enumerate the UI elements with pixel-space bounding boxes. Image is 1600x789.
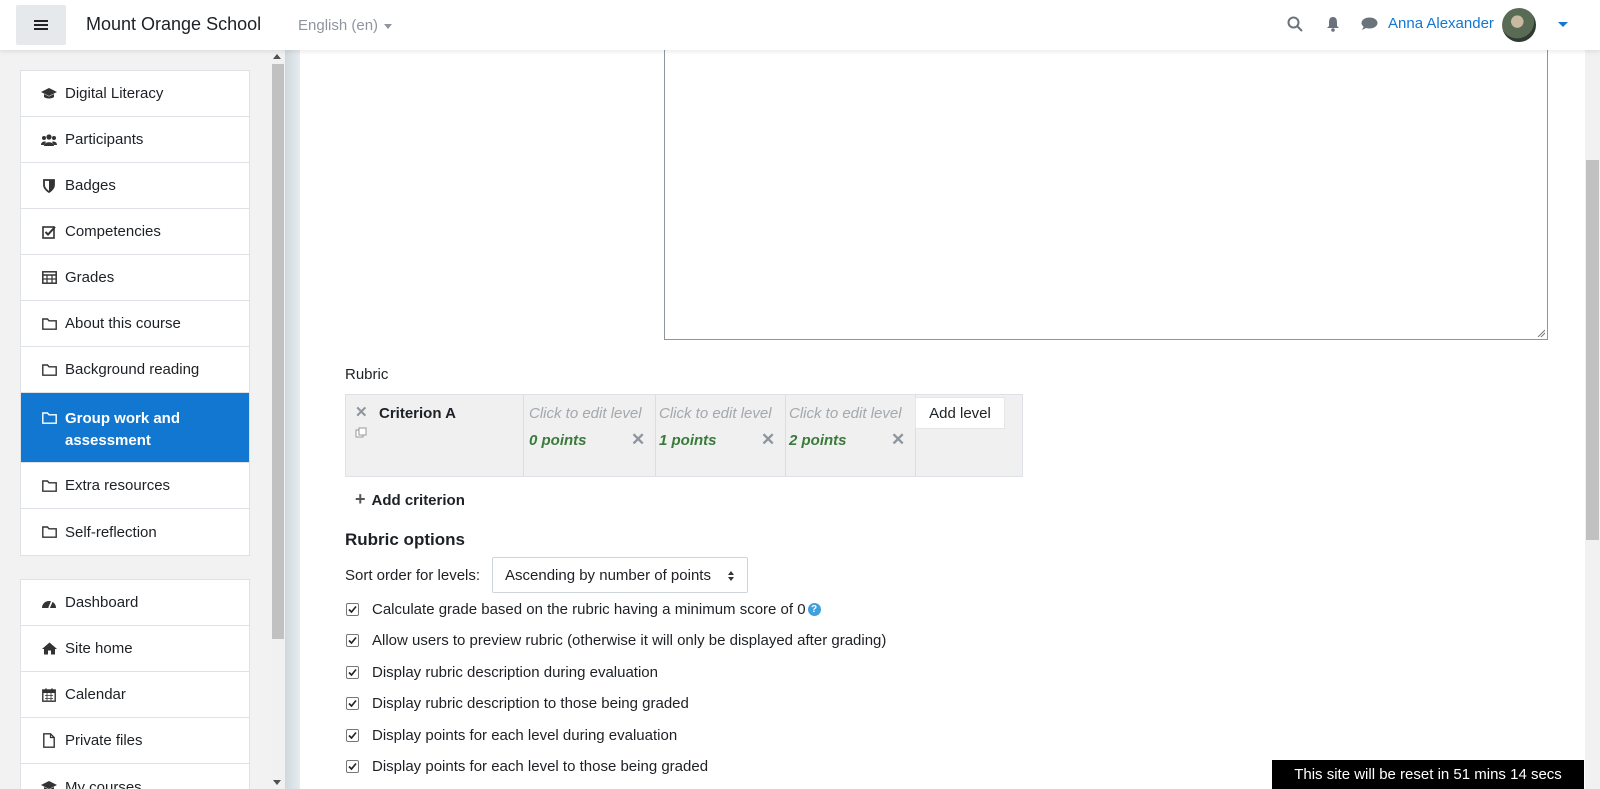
avatar[interactable] — [1502, 8, 1536, 42]
folder-icon — [41, 525, 57, 539]
drawer-scrollbar-thumb[interactable] — [272, 64, 284, 639]
checkbox-checked[interactable] — [346, 666, 359, 679]
file-icon — [41, 733, 57, 748]
checkbox-checked[interactable] — [346, 603, 359, 616]
folder-icon — [41, 317, 57, 331]
delete-level-icon[interactable]: ✕ — [761, 430, 775, 450]
nav-item-extra-resources[interactable]: Extra resources — [21, 463, 249, 509]
checkbox-checked[interactable] — [346, 697, 359, 710]
delete-level-icon[interactable]: ✕ — [891, 430, 905, 450]
search-icon[interactable] — [1287, 16, 1303, 32]
level-cell[interactable]: Click to edit level 1 points ✕ — [653, 395, 786, 476]
description-textarea[interactable] — [664, 50, 1548, 340]
add-criterion-button[interactable]: + Add criterion — [355, 489, 465, 510]
language-menu[interactable]: English (en) — [298, 17, 393, 34]
calendar-icon — [41, 688, 57, 702]
graduation-cap-icon — [41, 87, 57, 101]
site-reset-banner: This site will be reset in 51 mins 14 se… — [1272, 760, 1584, 789]
scroll-up-arrow-icon[interactable] — [273, 54, 281, 59]
checkbox-checked[interactable] — [346, 729, 359, 742]
page-scrollbar-thumb[interactable] — [1586, 160, 1599, 540]
checkbox-checked[interactable] — [346, 634, 359, 647]
nav-item-calendar[interactable]: Calendar — [21, 672, 249, 718]
nav-item-participants[interactable]: Participants — [21, 117, 249, 163]
folder-icon — [41, 363, 57, 377]
option-description-evaluation[interactable]: Display rubric description during evalua… — [346, 664, 658, 681]
folder-icon — [41, 479, 57, 493]
nav-item-competencies[interactable]: Competencies — [21, 209, 249, 255]
nav-drawer: Digital Literacy Participants Badges Com… — [0, 50, 285, 789]
shield-icon — [41, 178, 57, 193]
main-content: Rubric ✕ Criterion A Click to edit level… — [300, 50, 1568, 789]
plus-icon: + — [355, 489, 366, 509]
nav-item-digital-literacy[interactable]: Digital Literacy — [21, 71, 249, 117]
help-icon[interactable]: ? — [807, 603, 821, 616]
home-icon — [41, 642, 57, 656]
delete-level-icon[interactable]: ✕ — [631, 430, 645, 450]
nav-item-self-reflection[interactable]: Self-reflection — [21, 509, 249, 555]
sort-order-select[interactable]: Ascending by number of points — [492, 557, 748, 593]
rubric-editor: ✕ Criterion A Click to edit level 0 poin… — [345, 394, 1023, 477]
nav-item-background-reading[interactable]: Background reading — [21, 347, 249, 393]
delete-criterion-icon[interactable]: ✕ — [355, 403, 368, 421]
sort-order-label: Sort order for levels: — [345, 567, 481, 584]
checkbox-checked[interactable] — [346, 760, 359, 773]
content-gutter — [285, 50, 300, 789]
hamburger-icon — [34, 24, 48, 26]
nav-item-grades[interactable]: Grades — [21, 255, 249, 301]
scroll-down-arrow-icon[interactable] — [273, 780, 281, 785]
rubric-options-heading: Rubric options — [345, 530, 465, 549]
level-cell[interactable]: Click to edit level 2 points ✕ — [783, 395, 916, 476]
nav-item-group-work-and-assessment[interactable]: Group work and assessment — [21, 393, 249, 463]
users-icon — [41, 133, 57, 147]
nav-item-site-home[interactable]: Site home — [21, 626, 249, 672]
nav-item-my-courses[interactable]: My courses — [21, 764, 249, 789]
site-name[interactable]: Mount Orange School — [86, 14, 261, 35]
checkbox-icon — [41, 225, 57, 239]
folder-icon — [41, 411, 57, 425]
nav-item-dashboard[interactable]: Dashboard — [21, 580, 249, 626]
criterion-cell: ✕ Criterion A — [346, 395, 524, 476]
dashboard-icon — [41, 596, 57, 610]
nav-item-badges[interactable]: Badges — [21, 163, 249, 209]
level-description[interactable]: Click to edit level — [659, 405, 772, 422]
level-description[interactable]: Click to edit level — [529, 405, 642, 422]
course-nav: Digital Literacy Participants Badges Com… — [20, 70, 250, 556]
option-points-graded[interactable]: Display points for each level to those b… — [346, 758, 708, 775]
bell-icon[interactable] — [1326, 16, 1340, 32]
option-preview-rubric[interactable]: Allow users to preview rubric (otherwise… — [346, 632, 886, 649]
level-cell[interactable]: Click to edit level 0 points ✕ — [523, 395, 656, 476]
duplicate-criterion-icon[interactable] — [355, 427, 367, 439]
site-nav: Dashboard Site home Calendar Private fil… — [20, 579, 250, 789]
add-level-button[interactable]: Add level — [915, 397, 1005, 429]
option-points-evaluation[interactable]: Display points for each level during eva… — [346, 727, 677, 744]
table-icon — [41, 271, 57, 285]
option-min-score[interactable]: Calculate grade based on the rubric havi… — [346, 601, 821, 618]
caret-down-icon — [384, 23, 393, 29]
nav-item-about-this-course[interactable]: About this course — [21, 301, 249, 347]
nav-item-private-files[interactable]: Private files — [21, 718, 249, 764]
level-points[interactable]: 0 points — [529, 432, 587, 449]
top-navbar: Mount Orange School English (en) Anna Al… — [0, 0, 1600, 50]
user-menu-caret-icon[interactable] — [1558, 22, 1568, 27]
rubric-label: Rubric — [345, 366, 389, 383]
select-arrows-icon — [728, 571, 734, 581]
level-points[interactable]: 1 points — [659, 432, 717, 449]
criterion-name[interactable]: Criterion A — [379, 405, 456, 422]
graduation-cap-icon — [41, 780, 57, 789]
level-points[interactable]: 2 points — [789, 432, 847, 449]
chat-icon[interactable] — [1361, 17, 1378, 31]
option-description-graded[interactable]: Display rubric description to those bein… — [346, 695, 689, 712]
resize-handle-icon[interactable] — [1537, 329, 1545, 337]
level-description[interactable]: Click to edit level — [789, 405, 902, 422]
user-menu-name[interactable]: Anna Alexander — [1388, 15, 1494, 32]
menu-toggle-button[interactable] — [16, 5, 66, 45]
